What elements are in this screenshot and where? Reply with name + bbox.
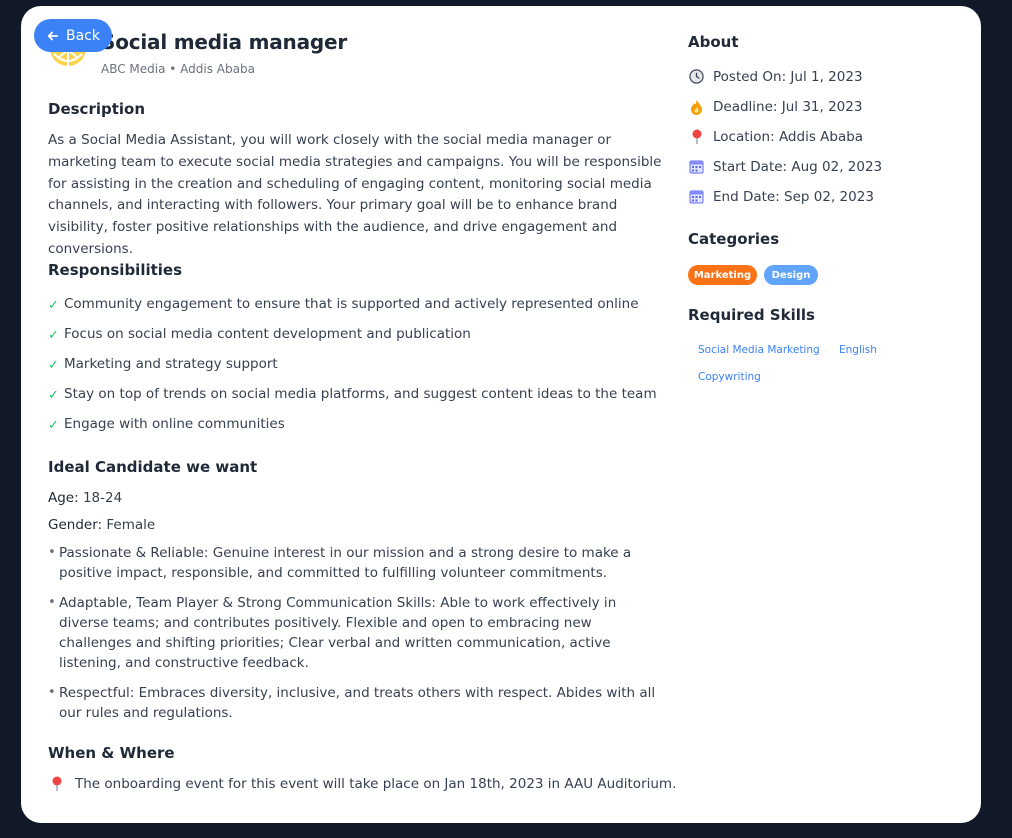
job-company-location: ABC Media • Addis Ababa xyxy=(101,62,255,76)
fire-icon xyxy=(688,98,705,115)
gender-value: Female xyxy=(106,517,156,533)
category-tag-design[interactable]: Design xyxy=(764,265,818,285)
candidate-trait: • Respectful: Embraces diversity, inclus… xyxy=(48,683,668,723)
category-tag-marketing[interactable]: Marketing xyxy=(688,265,757,285)
posted-on-row: Posted On: Jul 1, 2023 xyxy=(688,68,863,85)
responsibility-text: Stay on top of trends on social media pl… xyxy=(64,385,657,402)
age-row: Age: 18-24 xyxy=(48,490,122,506)
trait-text: Respectful: Embraces diversity, inclusiv… xyxy=(59,685,656,721)
age-label: Age: xyxy=(48,490,79,506)
bullet-dot: • xyxy=(48,595,56,610)
check-icon: ✓ xyxy=(48,358,59,373)
responsibility-text: Engage with online communities xyxy=(64,415,285,432)
skill-tag[interactable]: Social Media Marketing xyxy=(698,344,820,356)
description-text: As a Social Media Assistant, you will wo… xyxy=(48,132,662,257)
ideal-candidate-heading: Ideal Candidate we want xyxy=(48,458,258,476)
deadline-row: Deadline: Jul 31, 2023 xyxy=(688,98,862,115)
description-heading: Description xyxy=(48,100,146,118)
when-where-row: The onboarding event for this event will… xyxy=(48,775,676,792)
clock-icon xyxy=(688,68,705,85)
job-title: Social media manager xyxy=(101,30,348,54)
end-date-text: End Date: Sep 02, 2023 xyxy=(713,188,874,205)
responsibility-text: Community engagement to ensure that is s… xyxy=(64,295,639,312)
arrow-left-icon xyxy=(47,31,59,40)
location-row: Location: Addis Ababa xyxy=(688,128,863,145)
deadline-text: Deadline: Jul 31, 2023 xyxy=(713,98,863,115)
check-icon: ✓ xyxy=(48,298,59,313)
trait-text: Passionate & Reliable: Genuine interest … xyxy=(59,545,632,581)
trait-text: Adaptable, Team Player & Strong Communic… xyxy=(59,595,617,671)
about-heading: About xyxy=(688,33,739,51)
check-icon: ✓ xyxy=(48,418,59,433)
check-icon: ✓ xyxy=(48,388,59,403)
bullet-dot: • xyxy=(48,685,56,700)
age-value: 18-24 xyxy=(82,490,123,506)
responsibility-item: ✓ Marketing and strategy support xyxy=(48,354,278,374)
candidate-trait: • Passionate & Reliable: Genuine interes… xyxy=(48,543,668,583)
bullet-dot: • xyxy=(48,545,56,560)
categories-heading: Categories xyxy=(688,230,780,248)
back-button[interactable]: Back xyxy=(34,19,112,52)
candidate-trait: • Adaptable, Team Player & Strong Commun… xyxy=(48,593,668,673)
skill-tag[interactable]: English xyxy=(839,344,877,356)
responsibility-item: ✓ Community engagement to ensure that is… xyxy=(48,294,639,314)
end-date-row: End Date: Sep 02, 2023 xyxy=(688,188,874,205)
calendar-icon xyxy=(688,188,705,205)
back-button-label: Back xyxy=(66,27,100,44)
check-icon: ✓ xyxy=(48,328,59,343)
posted-on-text: Posted On: Jul 1, 2023 xyxy=(713,68,863,85)
responsibility-item: ✓ Focus on social media content developm… xyxy=(48,324,471,344)
responsibility-text: Focus on social media content developmen… xyxy=(64,325,471,342)
gender-label: Gender: xyxy=(48,517,103,533)
start-date-row: Start Date: Aug 02, 2023 xyxy=(688,158,882,175)
pin-icon xyxy=(688,128,705,145)
gender-row: Gender: Female xyxy=(48,517,155,533)
when-where-heading: When & Where xyxy=(48,744,175,762)
when-where-text: The onboarding event for this event will… xyxy=(75,775,677,792)
location-text: Location: Addis Ababa xyxy=(713,128,864,145)
responsibility-item: ✓ Stay on top of trends on social media … xyxy=(48,384,657,404)
responsibilities-heading: Responsibilities xyxy=(48,261,183,279)
start-date-text: Start Date: Aug 02, 2023 xyxy=(713,158,883,175)
pin-icon xyxy=(48,775,65,792)
responsibility-text: Marketing and strategy support xyxy=(64,355,278,372)
required-skills-heading: Required Skills xyxy=(688,306,815,324)
calendar-icon xyxy=(688,158,705,175)
skill-tag[interactable]: Copywriting xyxy=(698,371,761,383)
responsibility-item: ✓ Engage with online communities xyxy=(48,414,285,434)
